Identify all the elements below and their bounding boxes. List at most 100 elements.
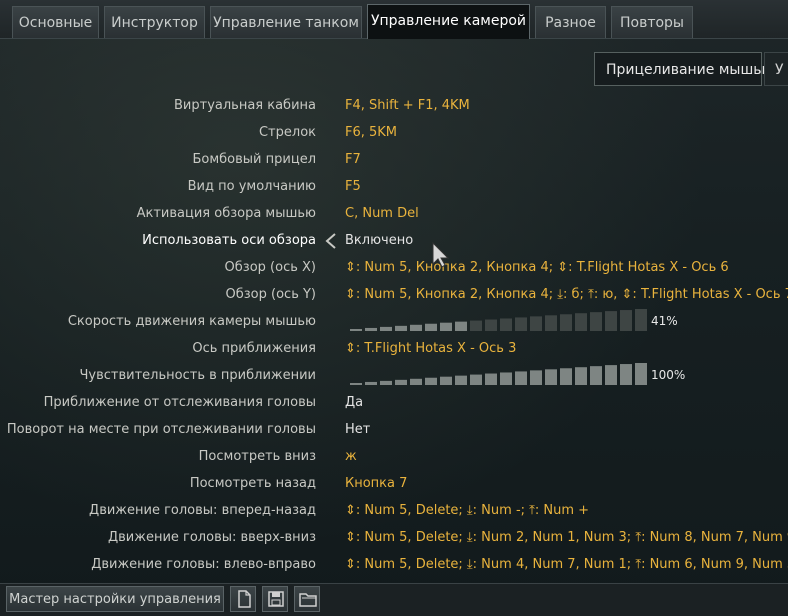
slider-step	[485, 319, 497, 331]
slider-step	[380, 326, 392, 331]
setting-value[interactable]: Кнопка 7	[345, 470, 407, 497]
slider-step	[530, 316, 542, 331]
setting-row[interactable]: Посмотреть назад Кнопка 7	[0, 470, 788, 497]
setting-label: Поворот на месте при отслеживании головы	[6, 422, 316, 437]
tab-bar: Основные Инструктор Управление танком Уп…	[0, 0, 788, 39]
slider-step	[470, 320, 482, 331]
setting-row[interactable]: Поворот на месте при отслеживании головы…	[0, 416, 788, 443]
setting-row[interactable]: Вид по умолчанию F5	[0, 173, 788, 200]
setting-row[interactable]: Активация обзора мышью C, Num Del	[0, 200, 788, 227]
slider-step	[395, 325, 407, 331]
slider-step	[500, 318, 512, 331]
slider-step	[455, 375, 467, 385]
setting-label: Движение головы: влево-вправо	[91, 557, 316, 572]
setting-row[interactable]: Приближение от отслеживания головы Да	[0, 389, 788, 416]
slider-track[interactable]	[350, 308, 650, 332]
slider-step	[425, 323, 437, 331]
setting-label: Чувствительность в приближении	[79, 368, 316, 383]
slider-step	[410, 324, 422, 331]
control-setup-wizard-button[interactable]: Мастер настройки управления	[6, 586, 224, 612]
setting-value[interactable]: Нет	[345, 416, 370, 443]
slider-step	[545, 315, 557, 331]
setting-row[interactable]: Движение головы: вперед-назад ⇕: Num 5, …	[0, 497, 788, 524]
slider-step	[635, 309, 647, 331]
controls-window: Основные Инструктор Управление танком Уп…	[0, 0, 788, 616]
setting-value[interactable]: F4, Shift + F1, 4KM	[345, 92, 470, 119]
subtab-next[interactable]: У	[764, 52, 788, 86]
setting-label: Скорость движения камеры мышью	[67, 314, 316, 329]
setting-label: Посмотреть вниз	[198, 449, 316, 464]
slider-step	[365, 381, 377, 385]
setting-row[interactable]: Чувствительность в приближении 100%	[0, 362, 788, 389]
setting-row[interactable]: Обзор (ось X) ⇕: Num 5, Кнопка 2, Кнопка…	[0, 254, 788, 281]
setting-value[interactable]: ⇕: Num 5, Кнопка 2, Кнопка 4; ⇕: T.Fligh…	[345, 254, 729, 281]
setting-value[interactable]: ⇕: Num 5, Delete; ⤓: Num -; ⤒: Num +	[345, 497, 589, 524]
slider-step	[350, 383, 362, 385]
slider-step	[590, 366, 602, 385]
setting-row[interactable]: Движение головы: влево-вправо ⇕: Num 5, …	[0, 551, 788, 578]
setting-value[interactable]: C, Num Del	[345, 200, 419, 227]
slider-step	[635, 363, 647, 385]
setting-value[interactable]: F6, 5KM	[345, 119, 397, 146]
slider-step	[515, 371, 527, 385]
setting-row[interactable]: Скорость движения камеры мышью 41%	[0, 308, 788, 335]
setting-value[interactable]: ⇕: Num 5, Delete; ⤓: Num 2, Num 1, Num 3…	[345, 524, 788, 551]
slider-step	[425, 377, 437, 385]
setting-label: Бомбовый прицел	[192, 152, 316, 167]
slider-step	[590, 312, 602, 331]
slider-value: 41%	[651, 314, 678, 328]
setting-label: Стрелок	[258, 125, 316, 140]
setting-value[interactable]: F5	[345, 173, 361, 200]
slider-step	[365, 327, 377, 331]
chevron-left-icon[interactable]	[324, 233, 338, 249]
setting-label: Вид по умолчанию	[187, 179, 316, 194]
save-icon[interactable]	[262, 586, 288, 612]
setting-label: Активация обзора мышью	[136, 206, 316, 221]
setting-value[interactable]: F7	[345, 146, 361, 173]
setting-label: Посмотреть назад	[189, 476, 316, 491]
setting-row[interactable]: Ось приближения ⇕: T.Flight Hotas X - Ос…	[0, 335, 788, 362]
setting-value[interactable]: ⇕: Num 5, Кнопка 2, Кнопка 4; ⤓: б; ⤒: ю…	[345, 281, 788, 308]
setting-label: Обзор (ось X)	[224, 260, 316, 275]
setting-row[interactable]: Виртуальная кабина F4, Shift + F1, 4KM	[0, 92, 788, 119]
mouse-cursor-icon	[432, 242, 450, 268]
setting-value[interactable]: Включено	[345, 227, 413, 254]
slider-track[interactable]	[350, 362, 650, 386]
tab-basic[interactable]: Основные	[12, 6, 99, 38]
setting-row[interactable]: Бомбовый прицел F7	[0, 146, 788, 173]
tab-camera-control[interactable]: Управление камерой	[367, 4, 530, 39]
setting-value[interactable]: ⇕: Num 5, Delete; ⤓: Num 4, Num 7, Num 1…	[345, 551, 788, 578]
setting-label: Движение головы: вверх-вниз	[107, 530, 316, 545]
slider-step	[530, 370, 542, 385]
slider-step	[350, 329, 362, 331]
setting-row[interactable]: Посмотреть вниз ж	[0, 443, 788, 470]
slider-step	[575, 367, 587, 385]
setting-row[interactable]: Движение головы: вверх-вниз ⇕: Num 5, De…	[0, 524, 788, 551]
tab-instructor[interactable]: Инструктор	[104, 6, 205, 38]
setting-row[interactable]: Стрелок F6, 5KM	[0, 119, 788, 146]
setting-label: Обзор (ось Y)	[225, 287, 316, 302]
slider-step	[455, 321, 467, 331]
slider-step	[470, 374, 482, 385]
slider-step	[500, 372, 512, 385]
slider-step	[410, 378, 422, 385]
tab-replays[interactable]: Повторы	[611, 6, 693, 38]
setting-value[interactable]: ж	[345, 443, 357, 470]
setting-value[interactable]: ⇕: T.Flight Hotas X - Ось 3	[345, 335, 516, 362]
folder-icon[interactable]	[294, 586, 320, 612]
slider-step	[620, 310, 632, 331]
tab-misc[interactable]: Разное	[535, 6, 606, 38]
slider-step	[440, 322, 452, 331]
tab-tank-control[interactable]: Управление танком	[210, 6, 362, 38]
setting-label: Ось приближения	[192, 341, 316, 356]
setting-label: Виртуальная кабина	[174, 98, 316, 113]
slider-step	[380, 380, 392, 385]
slider-step	[545, 369, 557, 385]
setting-value[interactable]: Да	[345, 389, 363, 416]
subtab-mouse-aim[interactable]: Прицеливание мышью	[594, 52, 773, 86]
setting-row-selected[interactable]: Использовать оси обзора Включено	[0, 227, 788, 254]
slider-step	[560, 368, 572, 385]
setting-row[interactable]: Обзор (ось Y) ⇕: Num 5, Кнопка 2, Кнопка…	[0, 281, 788, 308]
slider-step	[605, 365, 617, 385]
page-icon[interactable]	[230, 586, 256, 612]
